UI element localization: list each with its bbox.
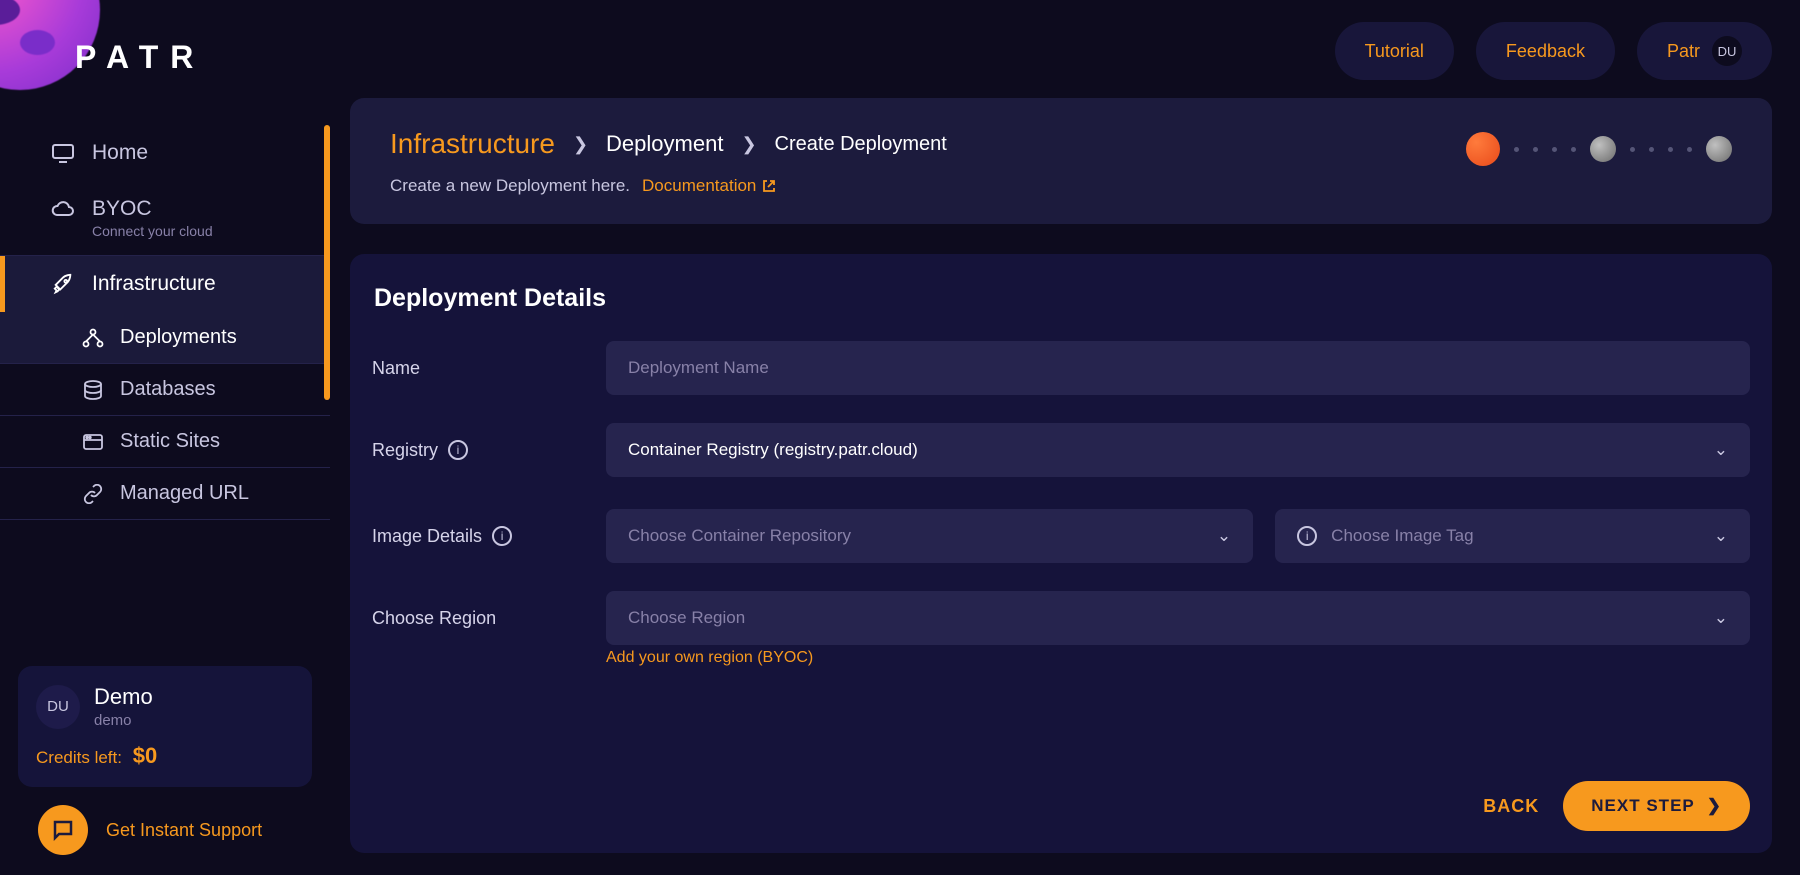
documentation-label: Documentation bbox=[642, 176, 756, 196]
database-icon bbox=[78, 379, 108, 401]
chevron-down-icon: ⌄ bbox=[1714, 440, 1728, 460]
info-icon[interactable]: i bbox=[492, 526, 512, 546]
chevron-right-icon: ❯ bbox=[573, 134, 588, 155]
credits-amount: $0 bbox=[133, 743, 157, 768]
back-button[interactable]: BACK bbox=[1483, 796, 1539, 817]
workspace-card[interactable]: DU Demo demo Credits left: $0 bbox=[18, 666, 312, 787]
link-icon bbox=[78, 483, 108, 505]
documentation-link[interactable]: Documentation bbox=[642, 176, 776, 196]
chevron-down-icon: ⌄ bbox=[1714, 526, 1728, 546]
deployment-name-input[interactable] bbox=[606, 341, 1750, 395]
sidebar-sub-deployments[interactable]: Deployments bbox=[0, 312, 330, 363]
topbar: Tutorial Feedback Patr DU bbox=[350, 22, 1772, 80]
feedback-label: Feedback bbox=[1506, 41, 1585, 62]
feedback-button[interactable]: Feedback bbox=[1476, 22, 1615, 80]
sidebar-sub-static-sites[interactable]: Static Sites bbox=[0, 416, 330, 467]
breadcrumb: Infrastructure ❯ Deployment ❯ Create Dep… bbox=[390, 128, 947, 160]
form-card: Deployment Details Name Registry i Conta… bbox=[350, 254, 1772, 853]
region-placeholder: Choose Region bbox=[628, 608, 745, 628]
workspace-switcher[interactable]: Patr DU bbox=[1637, 22, 1772, 80]
label-registry: Registry i bbox=[372, 440, 606, 461]
sidebar-item-label: Static Sites bbox=[120, 430, 220, 453]
sidebar-item-home[interactable]: Home bbox=[0, 125, 330, 181]
sidebar-item-label: Deployments bbox=[120, 326, 237, 349]
logo-area: PATR bbox=[0, 0, 330, 115]
chevron-down-icon: ⌄ bbox=[1714, 608, 1728, 628]
sidebar-item-label: BYOC bbox=[92, 197, 213, 221]
byoc-link[interactable]: Add your own region (BYOC) bbox=[606, 649, 1750, 667]
step-3-indicator bbox=[1706, 136, 1732, 162]
step-progress bbox=[1466, 132, 1732, 166]
workspace-label: Patr bbox=[1667, 41, 1700, 62]
breadcrumb-create: Create Deployment bbox=[775, 133, 947, 156]
tutorial-label: Tutorial bbox=[1365, 41, 1424, 62]
breadcrumb-deployment[interactable]: Deployment bbox=[606, 131, 723, 157]
container-repository-select[interactable]: Choose Container Repository ⌄ bbox=[606, 509, 1253, 563]
sidebar-item-byoc[interactable]: BYOC Connect your cloud bbox=[0, 181, 330, 255]
chevron-right-icon: ❯ bbox=[741, 134, 756, 155]
support-label: Get Instant Support bbox=[106, 820, 262, 841]
sidebar: PATR Home BYOC Connect your cloud Infras… bbox=[0, 0, 330, 875]
label-image-details: Image Details i bbox=[372, 526, 606, 547]
sidebar-nav: Home BYOC Connect your cloud Infrastruct… bbox=[0, 125, 330, 654]
external-link-icon bbox=[762, 179, 776, 193]
sidebar-sub-databases[interactable]: Databases bbox=[0, 364, 330, 415]
image-tag-select[interactable]: i Choose Image Tag ⌄ bbox=[1275, 509, 1750, 563]
rocket-icon bbox=[48, 272, 78, 296]
page-subtitle-row: Create a new Deployment here. Documentat… bbox=[390, 176, 947, 196]
user-name: Demo bbox=[94, 684, 153, 710]
region-select[interactable]: Choose Region ⌄ bbox=[606, 591, 1750, 645]
sidebar-sub-managed-url[interactable]: Managed URL bbox=[0, 468, 330, 519]
step-1-indicator bbox=[1466, 132, 1500, 166]
page-header: Infrastructure ❯ Deployment ❯ Create Dep… bbox=[350, 98, 1772, 224]
credits-label: Credits left: bbox=[36, 748, 122, 767]
window-icon bbox=[78, 431, 108, 453]
info-icon[interactable]: i bbox=[448, 440, 468, 460]
sidebar-item-infrastructure[interactable]: Infrastructure bbox=[0, 256, 330, 312]
avatar: DU bbox=[1712, 36, 1742, 66]
registry-value: Container Registry (registry.patr.cloud) bbox=[628, 440, 918, 460]
chevron-down-icon: ⌄ bbox=[1217, 526, 1231, 546]
tutorial-button[interactable]: Tutorial bbox=[1335, 22, 1454, 80]
sidebar-scrollbar[interactable] bbox=[324, 125, 330, 400]
sidebar-item-label: Managed URL bbox=[120, 482, 249, 505]
sidebar-item-label: Home bbox=[92, 141, 148, 165]
chat-icon bbox=[38, 805, 88, 855]
sidebar-item-sublabel: Connect your cloud bbox=[92, 223, 213, 239]
section-title: Deployment Details bbox=[374, 284, 1750, 313]
monitor-icon bbox=[48, 141, 78, 165]
form-footer: BACK NEXT STEP ❯ bbox=[372, 761, 1750, 831]
image-tag-placeholder: Choose Image Tag bbox=[1331, 526, 1473, 546]
support-button[interactable]: Get Instant Support bbox=[0, 805, 330, 875]
workspace-name: demo bbox=[94, 712, 153, 729]
page-subtitle: Create a new Deployment here. bbox=[390, 176, 630, 196]
next-step-button[interactable]: NEXT STEP ❯ bbox=[1563, 781, 1750, 831]
breadcrumb-infrastructure[interactable]: Infrastructure bbox=[390, 128, 555, 160]
credits-row: Credits left: $0 bbox=[36, 743, 294, 769]
step-2-indicator bbox=[1590, 136, 1616, 162]
sidebar-item-label: Infrastructure bbox=[92, 272, 216, 296]
avatar: DU bbox=[36, 685, 80, 729]
main-area: Tutorial Feedback Patr DU Infrastructure… bbox=[330, 0, 1800, 875]
next-step-label: NEXT STEP bbox=[1591, 796, 1694, 816]
repository-placeholder: Choose Container Repository bbox=[628, 526, 851, 546]
label-choose-region: Choose Region bbox=[372, 608, 606, 629]
chevron-right-icon: ❯ bbox=[1707, 796, 1722, 816]
sidebar-item-label: Databases bbox=[120, 378, 216, 401]
info-icon: i bbox=[1297, 526, 1317, 546]
cloud-icon bbox=[48, 197, 78, 221]
network-icon bbox=[78, 327, 108, 349]
label-name: Name bbox=[372, 358, 606, 379]
brand-name: PATR bbox=[75, 39, 205, 76]
registry-select[interactable]: Container Registry (registry.patr.cloud)… bbox=[606, 423, 1750, 477]
